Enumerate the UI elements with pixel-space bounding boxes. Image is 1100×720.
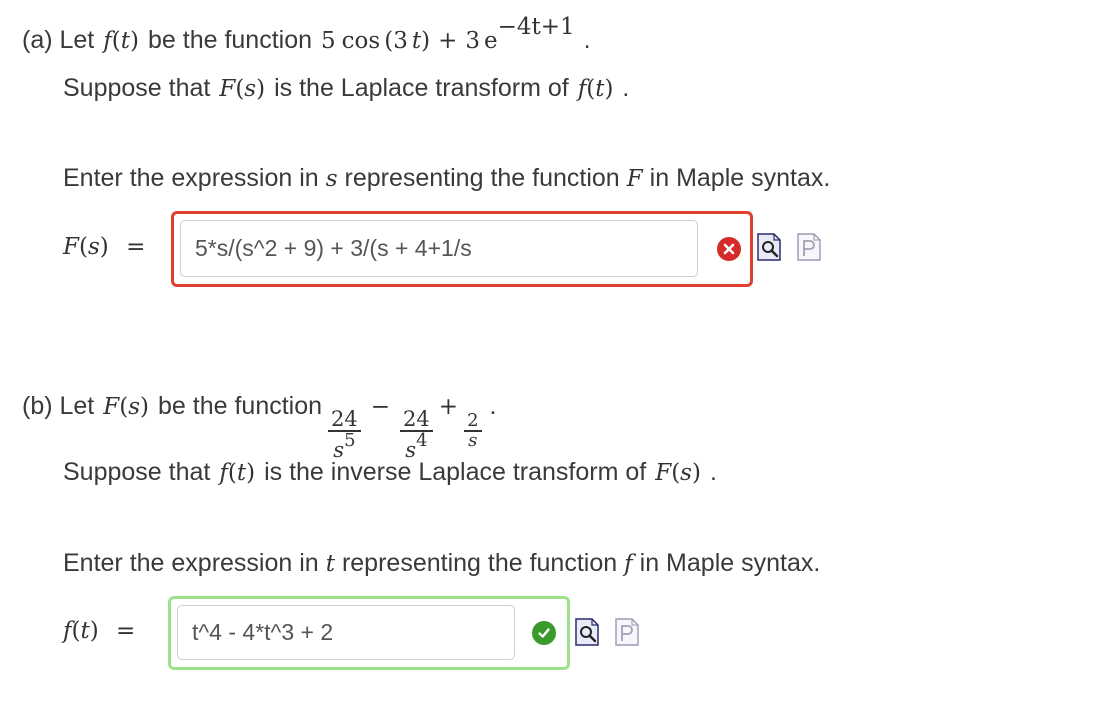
part-b-func-var: s [128, 394, 141, 420]
part-a-instruction: Enter the expression in s representing t… [63, 164, 830, 193]
part-b-frac2-den-exp: 4 [416, 430, 428, 451]
part-b-frac1-den-exp: 5 [344, 430, 356, 451]
part-a-instruction-mid: representing the function [344, 164, 620, 192]
part-b-answer-input[interactable] [177, 605, 515, 660]
part-b-intro-end: . [489, 392, 497, 420]
part-b-frac3-num: 2 [467, 410, 479, 431]
part-a-transform-var: s [244, 76, 257, 102]
part-a-instruction-func: F [626, 166, 643, 192]
x-circle-icon [717, 237, 741, 261]
part-a-intro: (a) Let f(t) be the function 5 cos (3 t) … [22, 14, 591, 54]
part-b-frac-3: 2 s [464, 410, 482, 451]
part-b-suppose-prefix: Suppose that [63, 458, 211, 486]
part-a-func-var: t [120, 28, 131, 54]
check-circle-icon [532, 621, 556, 645]
part-a-label-eq: = [126, 234, 146, 260]
part-a-suppose-var: t [595, 76, 605, 102]
part-a-exponent: −4t+1 [497, 14, 575, 40]
syntax-help-icon[interactable] [796, 232, 822, 262]
part-a-answer-input[interactable] [180, 220, 698, 277]
part-a-intro-prefix: (a) Let [22, 26, 95, 54]
part-a-instruction-var: s [325, 166, 338, 192]
part-a-instruction-suffix: in Maple syntax. [649, 164, 831, 192]
part-b-intro: (b) Let F(s) be the function 24 s5 − 24 … [22, 392, 497, 462]
part-b-instruction-mid: representing the function [341, 549, 618, 577]
syntax-help-icon[interactable] [614, 617, 640, 647]
part-b-inverse-var: t [236, 460, 247, 486]
part-a-answer-label: F(s) = [63, 234, 146, 260]
part-b-suppose-end: . [709, 458, 717, 486]
part-b-minus: − [370, 394, 391, 420]
part-b-intro-mid: be the function [158, 392, 323, 420]
part-a-instruction-prefix: Enter the expression in [63, 164, 319, 192]
part-b-plus: + [438, 394, 459, 420]
part-a-coef2: 3 [465, 28, 480, 54]
part-a-suppose-mid: is the Laplace transform of [274, 74, 569, 102]
part-a-intro-end: . [583, 26, 591, 54]
part-b-frac-2: 24 s4 [400, 408, 433, 462]
part-b-instruction: Enter the expression in t representing t… [63, 549, 820, 578]
part-b-label-eq: = [116, 618, 136, 644]
part-b-suppose-mid: is the inverse Laplace transform of [264, 458, 647, 486]
part-a-func-name: f [103, 28, 112, 54]
part-a-cos-arg: 3 [393, 28, 408, 54]
part-a-label-var: s [87, 234, 100, 260]
part-a-plus: + [438, 28, 458, 54]
part-b-suppose-var: s [680, 460, 692, 486]
part-b-func-name: F [103, 394, 120, 420]
part-b-suppose-func: F [655, 460, 672, 486]
part-b-intro-prefix: (b) Let [22, 392, 95, 420]
part-a-suppose-prefix: Suppose that [63, 74, 211, 102]
part-b-frac-1: 24 s5 [328, 408, 361, 462]
preview-icon[interactable] [574, 617, 600, 647]
part-a-transform-name: F [219, 76, 236, 102]
part-a-var: t [411, 28, 422, 54]
part-a-suppose-end: . [622, 74, 630, 102]
part-b-inverse-name: f [219, 460, 228, 486]
preview-icon[interactable] [756, 232, 782, 262]
part-b-answer-label: f(t) = [63, 618, 136, 644]
part-b-label-var: t [80, 618, 90, 644]
part-b-frac3-den: s [468, 429, 478, 451]
part-a-coef1: 5 [321, 28, 336, 54]
part-b-frac1-num: 24 [331, 407, 358, 431]
part-b-instruction-prefix: Enter the expression in [63, 549, 319, 577]
part-b-instruction-suffix: in Maple syntax. [639, 549, 821, 577]
part-a-cos: cos [341, 28, 381, 54]
part-b-instruction-var: t [325, 551, 335, 577]
part-a-intro-mid: be the function [148, 26, 313, 54]
part-b-instruction-func: f [624, 551, 633, 577]
part-a-label-name: F [63, 234, 79, 260]
part-a-exp-base: e [483, 28, 498, 54]
part-a-suppose-func: f [577, 76, 587, 102]
part-b-label-name: f [63, 618, 72, 644]
part-b-frac2-num: 24 [403, 407, 430, 431]
part-b-suppose: Suppose that f(t) is the inverse Laplace… [63, 458, 717, 486]
part-a-suppose: Suppose that F(s) is the Laplace transfo… [63, 74, 630, 102]
